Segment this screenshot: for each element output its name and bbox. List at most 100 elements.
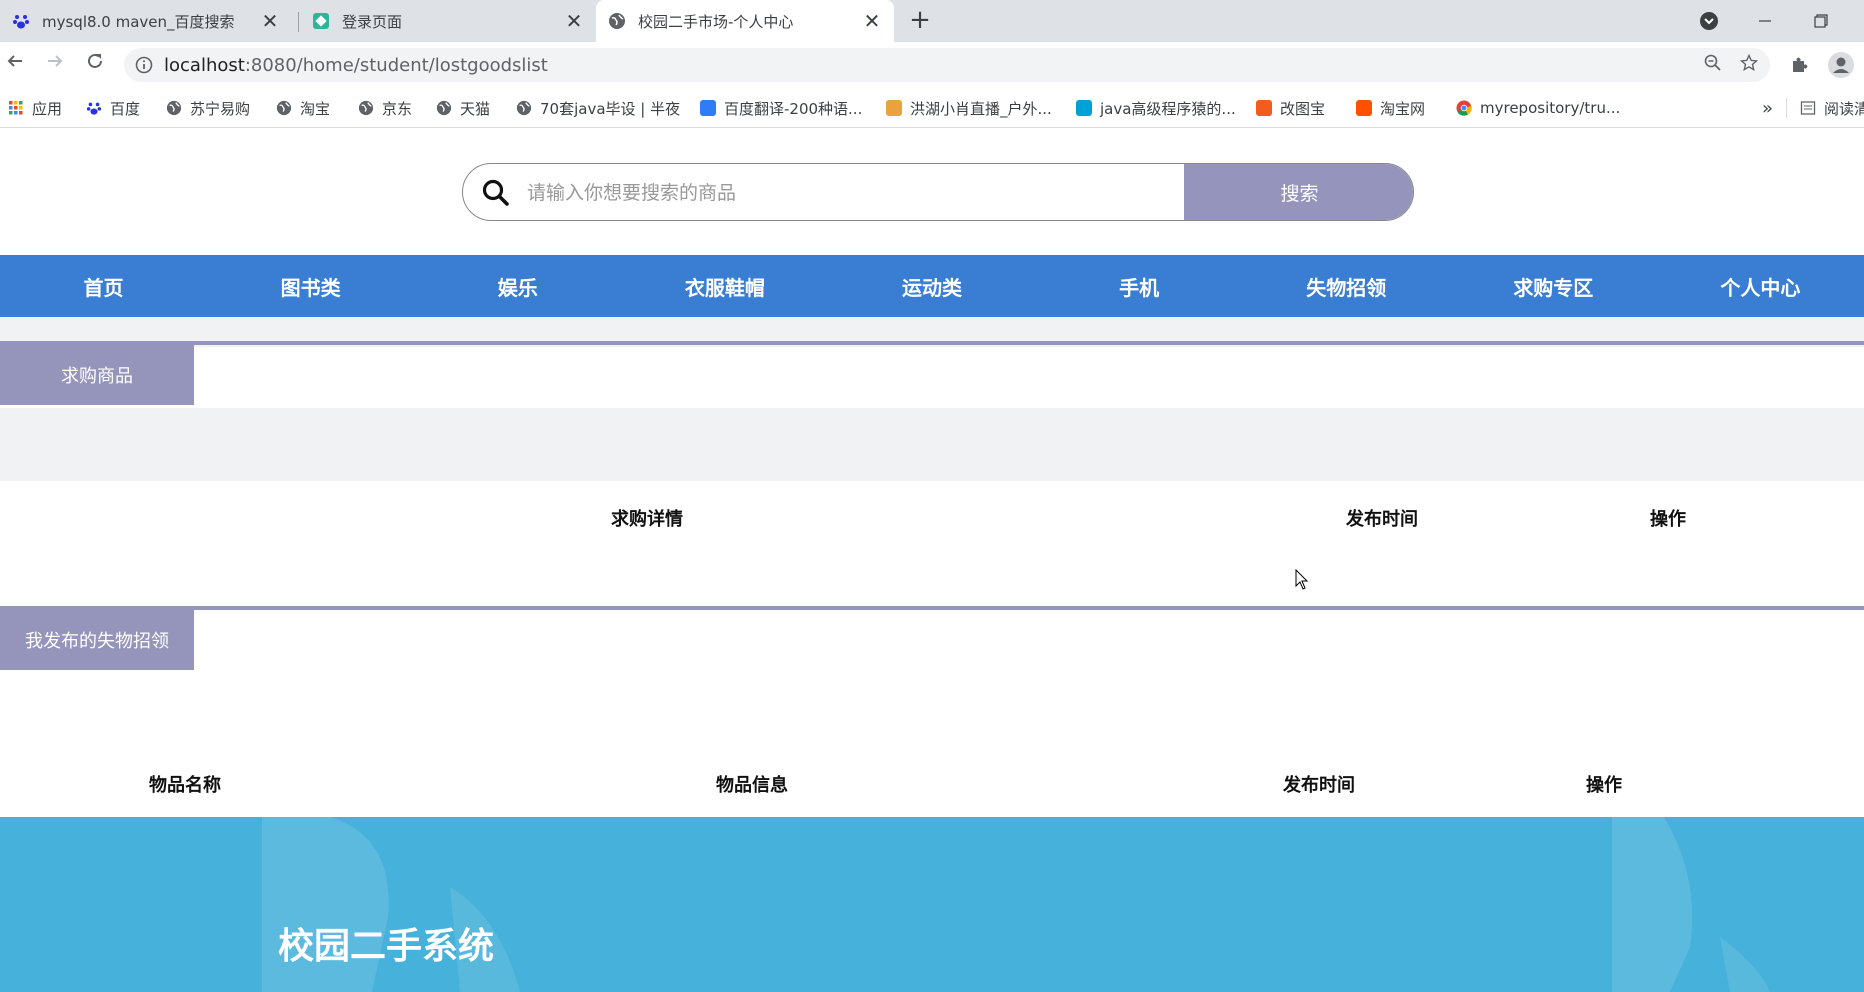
nav-item[interactable]: 求购专区 bbox=[1450, 255, 1657, 317]
globe-icon bbox=[516, 100, 532, 116]
header-wanted-detail: 求购详情 bbox=[611, 509, 683, 530]
globe-icon bbox=[166, 100, 182, 116]
rocket-icon bbox=[886, 100, 902, 116]
profile-avatar-icon[interactable] bbox=[1828, 52, 1854, 78]
bookmark-label: myrepository/tru... bbox=[1480, 99, 1621, 117]
nav-item[interactable]: 娱乐 bbox=[414, 255, 621, 317]
section-divider bbox=[0, 341, 1864, 345]
reload-button[interactable] bbox=[80, 50, 110, 80]
bookmark-item[interactable]: 淘宝 bbox=[276, 88, 330, 128]
nav-item[interactable]: 个人中心 bbox=[1657, 255, 1864, 317]
tab-title: 登录页面 bbox=[342, 12, 403, 31]
bookmark-item[interactable]: 百度 bbox=[86, 88, 140, 128]
restore-button[interactable] bbox=[1792, 0, 1850, 42]
tab-search-button[interactable] bbox=[1680, 0, 1738, 42]
nav-item[interactable]: 运动类 bbox=[828, 255, 1035, 317]
back-button[interactable] bbox=[0, 50, 30, 80]
zoom-icon[interactable] bbox=[1702, 54, 1724, 76]
nav-item[interactable]: 手机 bbox=[1036, 255, 1243, 317]
bookmark-item[interactable]: 改图宝 bbox=[1256, 88, 1325, 128]
browser-toolbar: localhost:8080/home/student/lostgoodslis… bbox=[0, 42, 1864, 88]
apps-grid-icon bbox=[8, 100, 24, 116]
minimize-icon bbox=[1759, 20, 1771, 22]
main-nav: 首页 图书类 娱乐 衣服鞋帽 运动类 手机 失物招领 求购专区 个人中心 bbox=[0, 255, 1864, 317]
globe-icon bbox=[276, 100, 292, 116]
reading-list-button[interactable]: 阅读清 bbox=[1800, 88, 1864, 128]
bookmark-label: 百度 bbox=[110, 99, 141, 118]
image-editor-icon bbox=[1256, 100, 1272, 116]
address-bar[interactable]: localhost:8080/home/student/lostgoodslis… bbox=[124, 48, 1770, 82]
browser-tab-1[interactable]: mysql8.0 maven_百度搜索 ✕ bbox=[0, 0, 292, 42]
bookmark-label: 京东 bbox=[382, 99, 413, 118]
reload-icon bbox=[88, 53, 102, 68]
bookmarks-overflow-button[interactable]: » bbox=[1762, 88, 1773, 128]
restore-icon bbox=[1814, 14, 1828, 28]
close-icon[interactable]: ✕ bbox=[860, 9, 884, 33]
baidu-paw-icon bbox=[86, 100, 102, 116]
globe-icon bbox=[608, 12, 626, 30]
bookmark-item[interactable]: java高级程序猿的... bbox=[1076, 88, 1236, 128]
section-divider bbox=[0, 606, 1864, 610]
reading-list-icon bbox=[1800, 101, 1816, 115]
header-lost-action: 操作 bbox=[1586, 775, 1622, 796]
footer-title: 校园二手系统 bbox=[278, 926, 495, 967]
bookmark-label: java高级程序猿的... bbox=[1100, 99, 1236, 118]
nav-item[interactable]: 失物招领 bbox=[1243, 255, 1450, 317]
search-box: 搜索 bbox=[462, 163, 1414, 221]
tab-separator bbox=[298, 12, 299, 32]
bookmark-item[interactable]: myrepository/tru... bbox=[1456, 88, 1620, 128]
chevron-down-icon bbox=[1700, 12, 1718, 30]
bookmark-item[interactable]: 70套java毕设 | 半夜 bbox=[516, 88, 680, 128]
extensions-puzzle-icon[interactable] bbox=[1788, 56, 1810, 78]
baidu-paw-icon bbox=[12, 12, 30, 30]
bilibili-icon bbox=[1076, 100, 1092, 116]
header-item-info: 物品信息 bbox=[716, 775, 788, 796]
search-input[interactable] bbox=[525, 164, 1189, 220]
bookmark-label: 70套java毕设 | 半夜 bbox=[540, 99, 681, 118]
info-icon[interactable] bbox=[134, 55, 154, 75]
search-icon bbox=[482, 179, 509, 206]
forward-button[interactable] bbox=[40, 50, 70, 80]
close-icon[interactable]: ✕ bbox=[562, 9, 586, 33]
tab-title: mysql8.0 maven_百度搜索 bbox=[42, 12, 235, 31]
translate-icon bbox=[700, 100, 716, 116]
url-text[interactable]: localhost:8080/home/student/lostgoodslis… bbox=[164, 55, 548, 76]
minimize-button[interactable] bbox=[1736, 0, 1794, 42]
reading-list-label: 阅读清 bbox=[1824, 99, 1864, 118]
bookmark-item[interactable]: 京东 bbox=[358, 88, 412, 128]
tab-title: 校园二手市场-个人中心 bbox=[638, 12, 794, 31]
globe-icon bbox=[358, 100, 374, 116]
browser-tab-3[interactable]: 校园二手市场-个人中心 ✕ bbox=[596, 0, 894, 42]
bookmark-label: 苏宁易购 bbox=[190, 99, 251, 118]
url-path: :8080/home/student/lostgoodslist bbox=[244, 55, 548, 76]
bookmark-item[interactable]: 天猫 bbox=[436, 88, 490, 128]
browser-tab-2[interactable]: 登录页面 ✕ bbox=[300, 0, 596, 42]
taobao-icon bbox=[1356, 100, 1372, 116]
search-button[interactable]: 搜索 bbox=[1184, 164, 1413, 220]
bookmark-star-icon[interactable] bbox=[1738, 53, 1760, 76]
new-tab-button[interactable]: + bbox=[906, 7, 934, 35]
chrome-icon bbox=[1456, 100, 1472, 116]
bookmark-label: 淘宝网 bbox=[1380, 99, 1426, 118]
nav-item[interactable]: 图书类 bbox=[207, 255, 414, 317]
header-item-name: 物品名称 bbox=[149, 775, 221, 796]
gray-band bbox=[0, 408, 1864, 481]
bookmark-item[interactable]: 苏宁易购 bbox=[166, 88, 250, 128]
section-tag-lost: 我发布的失物招领 bbox=[0, 610, 194, 670]
header-wanted-action: 操作 bbox=[1650, 509, 1686, 530]
mouse-cursor-icon bbox=[1295, 569, 1309, 590]
bookmark-item[interactable]: 百度翻译-200种语... bbox=[700, 88, 862, 128]
header-wanted-time: 发布时间 bbox=[1346, 509, 1418, 530]
arrow-right-icon bbox=[48, 55, 63, 67]
arrow-left-icon bbox=[7, 55, 22, 67]
nav-item[interactable]: 首页 bbox=[0, 255, 207, 317]
page-favicon-icon bbox=[312, 12, 330, 30]
globe-icon bbox=[436, 100, 452, 116]
page-content: 搜索 首页图书类娱乐衣服鞋帽运动类手机失物招领求购专区个人中心 求购商品 求购详… bbox=[0, 128, 1864, 992]
bookmark-item[interactable]: 淘宝网 bbox=[1356, 88, 1425, 128]
bookmark-item[interactable]: 洪湖小肖直播_户外... bbox=[886, 88, 1052, 128]
close-icon[interactable]: ✕ bbox=[258, 9, 282, 33]
bookmark-item[interactable]: 应用 bbox=[8, 88, 62, 128]
nav-item[interactable]: 衣服鞋帽 bbox=[621, 255, 828, 317]
bookmark-label: 改图宝 bbox=[1280, 99, 1326, 118]
